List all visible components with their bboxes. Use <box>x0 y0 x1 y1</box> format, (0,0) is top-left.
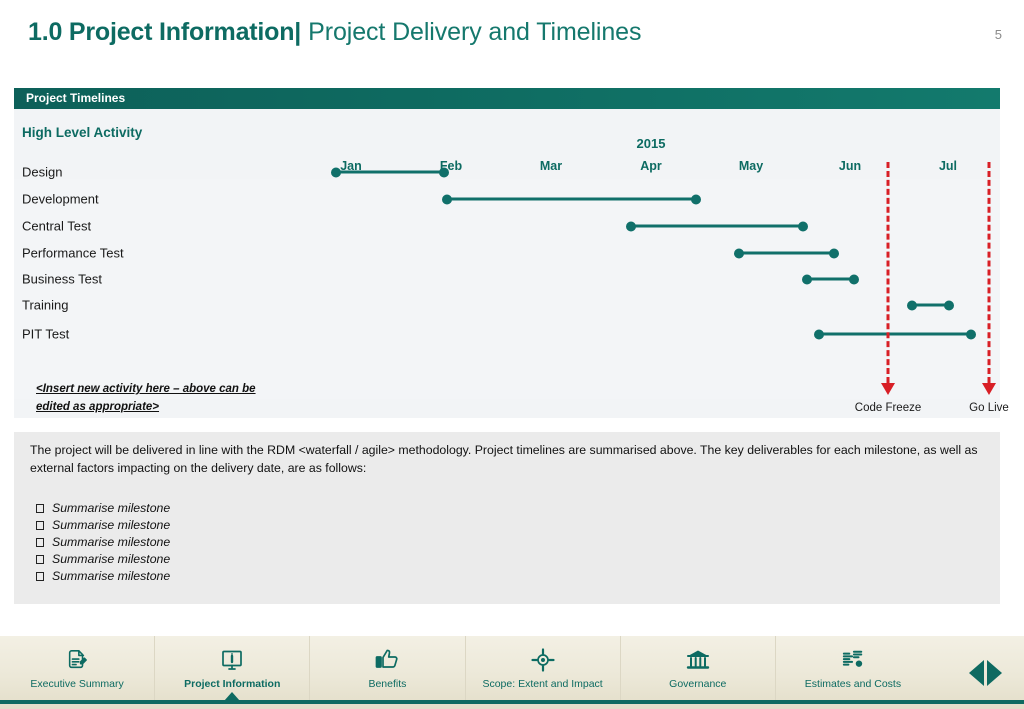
nav-item-scope-extent-and-impact[interactable]: Scope: Extent and Impact <box>466 636 621 700</box>
nav-item-label: Governance <box>669 678 727 690</box>
list-item-label: Summarise milestone <box>52 518 171 533</box>
project-timelines-panel: Project Timelines High Level Activity 20… <box>14 88 1009 418</box>
milestone-line-go-live <box>987 162 991 383</box>
nav-item-benefits[interactable]: Benefits <box>310 636 466 700</box>
list-item: Summarise milestone <box>30 500 984 517</box>
activity-label-performance-test: Performance Test <box>22 245 124 261</box>
checkbox-icon <box>36 554 44 564</box>
milestone-label-code-freeze: Code Freeze <box>854 402 922 414</box>
monitor-info-icon <box>220 645 244 675</box>
checkbox-icon <box>36 537 44 547</box>
activity-label-central-test: Central Test <box>22 218 92 234</box>
nav-item-label: Scope: Extent and Impact <box>482 678 603 690</box>
list-item: Summarise milestone <box>30 534 984 551</box>
nav-item-label: Executive Summary <box>30 678 124 690</box>
panel-header-bar: Project Timelines <box>14 88 1000 109</box>
nav-item-project-information[interactable]: Project Information <box>155 636 311 700</box>
list-item-label: Summarise milestone <box>52 535 171 550</box>
nav-item-executive-summary[interactable]: Executive Summary <box>0 636 156 700</box>
nav-item-label: Estimates and Costs <box>804 678 902 690</box>
checkbox-icon <box>36 503 44 513</box>
month-tick-jul: Jul <box>938 159 958 173</box>
year-label: 2015 <box>636 136 666 151</box>
gantt-bar-training <box>908 303 953 307</box>
milestone-line-code-freeze <box>886 162 890 383</box>
activity-label-business-test: Business Test <box>22 271 102 287</box>
activity-label-design: Design <box>22 164 63 180</box>
intro-paragraph: The project will be delivered in line wi… <box>30 443 978 475</box>
gantt-plot-region: Design Development Central Test Performance… <box>14 162 1000 399</box>
list-item: Summarise milestone <box>30 517 984 534</box>
gantt-bar-performance-test <box>735 251 838 255</box>
gantt-chart: High Level Activity 2015 Jan Feb Mar Apr May… <box>14 109 1009 418</box>
document-edit-icon <box>66 645 88 675</box>
list-item-label: Summarise milestone <box>52 552 171 567</box>
arrow-left-icon[interactable] <box>969 660 984 686</box>
bottom-navigation-bar: Executive Summary Project Information Bene… <box>0 636 1024 709</box>
nav-items: Executive Summary Project Information Bene… <box>0 636 930 700</box>
list-item-label: Summarise milestone <box>52 569 171 584</box>
nav-arrows <box>969 660 1002 686</box>
page-title: 1.0 Project Information| Project Deliver… <box>28 18 928 58</box>
gantt-bar-business-test <box>803 277 858 281</box>
milestone-arrow-go-live <box>982 383 996 395</box>
list-item-label: Summarise milestone <box>52 501 171 516</box>
milestone-bullet-list: Summarise milestone Summarise milestone Su… <box>30 500 984 585</box>
nav-item-governance[interactable]: Governance <box>621 636 776 700</box>
activity-label-training: Training <box>22 297 69 313</box>
list-item: Summarise milestone <box>30 551 984 568</box>
page-number: 5 <box>994 27 1002 42</box>
nav-item-label: Benefits <box>368 678 407 690</box>
thumbs-up-icon <box>375 645 399 675</box>
bank-icon <box>686 645 710 675</box>
page-title-strong: 1.0 Project Information <box>28 18 295 46</box>
nav-item-label: Project Information <box>184 678 281 690</box>
activity-label-development: Development <box>22 191 99 207</box>
month-tick-jun: Jun <box>838 159 862 173</box>
target-icon <box>530 645 555 675</box>
nav-underline <box>0 700 1024 704</box>
page-title-subtitle: Project Delivery and Timelines <box>301 18 642 46</box>
gantt-bar-pit-test <box>815 332 975 336</box>
bar-chart-icon <box>841 645 865 675</box>
checkbox-icon <box>36 571 44 581</box>
description-panel: The project will be delivered in line wi… <box>14 432 1000 604</box>
month-tick-apr: Apr <box>640 159 662 173</box>
milestone-label-go-live: Go Live <box>969 402 1009 414</box>
activity-label-pit-test: PIT Test <box>22 326 70 342</box>
milestone-arrow-code-freeze <box>881 383 895 395</box>
activity-column-header: High Level Activity <box>22 125 143 140</box>
panel-header-label: Project Timelines <box>26 91 126 105</box>
gantt-bar-design <box>332 170 448 174</box>
list-item: Summarise milestone <box>30 568 984 585</box>
nav-item-estimates-and-costs[interactable]: Estimates and Costs <box>776 636 930 700</box>
slide-root: 1.0 Project Information| Project Deliver… <box>0 0 1024 709</box>
insert-activity-note: <Insert new activity here – above can be… <box>36 383 256 413</box>
month-tick-mar: Mar <box>539 159 563 173</box>
checkbox-icon <box>36 520 44 530</box>
gantt-bar-development <box>443 197 700 201</box>
gantt-bar-central-test <box>627 224 807 228</box>
arrow-right-icon[interactable] <box>987 660 1002 686</box>
active-tab-marker <box>224 692 240 701</box>
month-tick-may: May <box>738 159 764 173</box>
